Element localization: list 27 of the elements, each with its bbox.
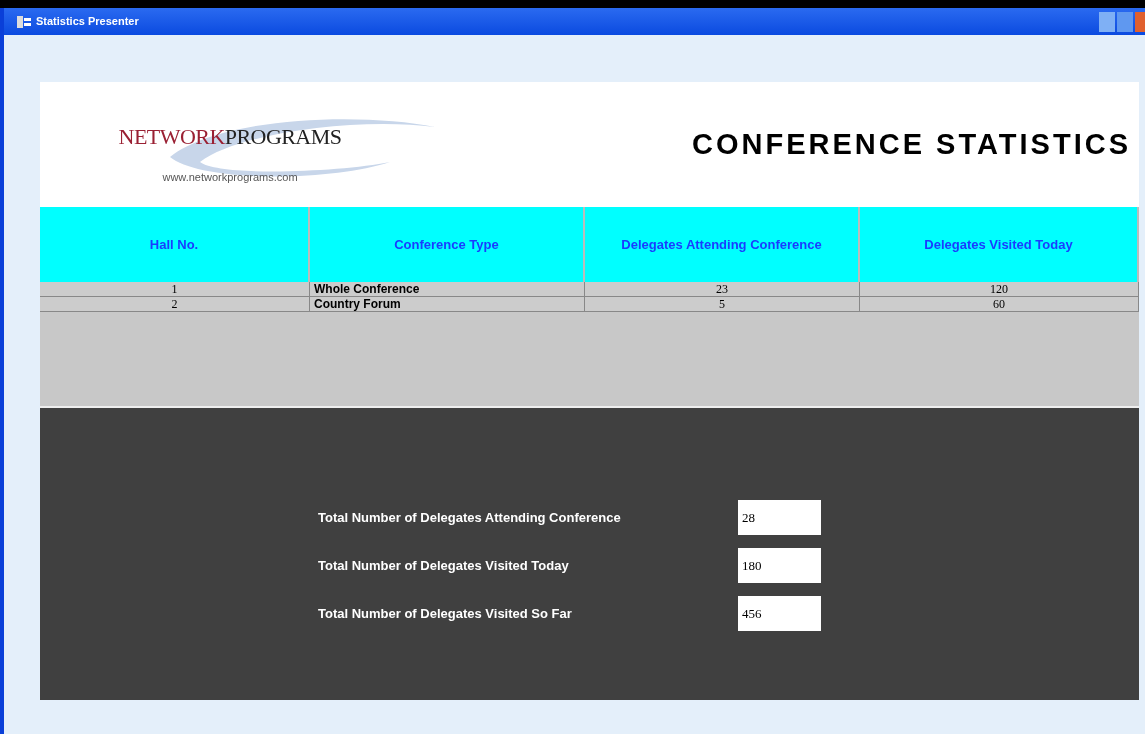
- total-label: Total Number of Delegates Attending Conference: [318, 508, 622, 527]
- total-label: Total Number of Delegates Visited So Far: [318, 604, 573, 623]
- minimize-button[interactable]: [1099, 11, 1115, 32]
- total-field[interactable]: 28: [738, 500, 821, 535]
- logo-text: NETWORK: [118, 122, 225, 151]
- column-header: Conference Type: [310, 207, 585, 282]
- column-header: Hall No.: [40, 207, 310, 282]
- window-title: Statistics Presenter: [36, 14, 139, 30]
- total-field[interactable]: 180: [738, 548, 821, 583]
- column-header: Delegates Attending Conference: [585, 207, 860, 282]
- column-header: Delegates Visited Today: [860, 207, 1139, 282]
- close-button[interactable]: [1135, 11, 1145, 32]
- table-cell: 23: [585, 282, 860, 297]
- table-cell: 5: [585, 297, 860, 312]
- table-cell: Country Forum: [310, 297, 585, 312]
- app-icon: [16, 13, 32, 30]
- table-cell: 2: [40, 297, 310, 312]
- logo-text: PROGRAMS: [224, 122, 342, 151]
- maximize-button[interactable]: [1117, 11, 1133, 32]
- page-title: CONFERENCE STATISTICS: [692, 126, 1131, 162]
- table-cell: 1: [40, 282, 310, 297]
- logo-url: www.networkprograms.com: [162, 169, 298, 185]
- total-label: Total Number of Delegates Visited Today: [318, 556, 570, 575]
- table-cell: 120: [860, 282, 1139, 297]
- total-field[interactable]: 456: [738, 596, 821, 631]
- table-cell: Whole Conference: [310, 282, 585, 297]
- table-cell: 60: [860, 297, 1139, 312]
